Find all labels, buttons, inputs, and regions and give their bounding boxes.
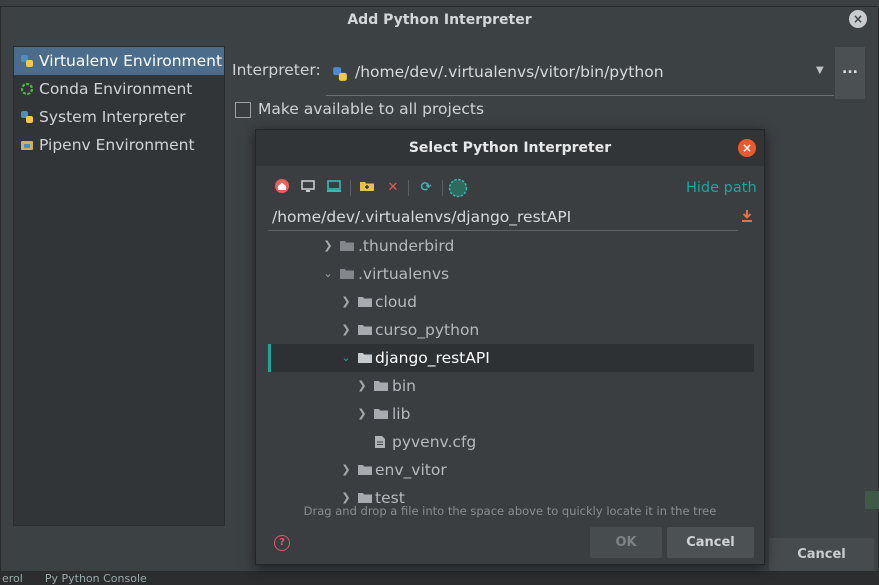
chevron-right-icon[interactable]: ❯ [340,288,352,316]
download-icon[interactable] [740,209,754,223]
tree-item-label: bin [392,377,416,395]
close-icon[interactable]: × [849,10,867,28]
file-tree[interactable]: ❯ .thunderbird ⌄ .virtualenvs ❯ cloud ❯ … [268,232,754,504]
interpreter-label: Interpreter: [232,61,321,79]
home-icon[interactable] [272,178,292,198]
tree-item-label: django_restAPI [375,349,490,367]
sidebar-item-pipenv[interactable]: Pipenv Environment [14,131,224,159]
folder-icon [374,409,388,419]
toolbar-divider [408,180,409,196]
background-status-bar: erol Py Python Console [0,572,879,585]
interpreter-path: /home/dev/.virtualenvs/vitor/bin/python [355,63,664,81]
chevron-right-icon[interactable]: ❯ [340,316,352,344]
chevron-right-icon[interactable]: ❯ [340,484,352,504]
chevron-down-icon[interactable]: ⌄ [322,260,334,288]
chevron-right-icon[interactable]: ❯ [340,456,352,484]
python-icon [333,67,347,81]
dialog-title: Add Python Interpreter [347,12,532,28]
folder-icon [374,381,388,391]
hide-path-link[interactable]: Hide path [686,180,757,196]
chevron-right-icon[interactable]: ❯ [322,232,334,260]
cancel-button[interactable]: Cancel [667,527,754,558]
tree-item-virtualenvs[interactable]: ⌄ .virtualenvs [268,260,754,288]
python-icon [21,55,33,67]
folder-icon [358,465,372,475]
make-available-label: Make available to all projects [258,100,485,118]
conda-icon [20,82,34,96]
chevron-down-icon[interactable]: ▼ [816,65,824,76]
tree-item-thunderbird[interactable]: ❯ .thunderbird [268,232,754,260]
project-icon[interactable] [324,178,344,198]
tree-item-bin[interactable]: ❯ bin [268,372,754,400]
sidebar-item-label: Virtualenv Environment [39,52,223,70]
sidebar-item-virtualenv[interactable]: Virtualenv Environment [14,47,224,75]
background-panel-edge [865,491,879,509]
python-console-tab[interactable]: Py Python Console [45,572,147,585]
tree-item-label: cloud [375,293,417,311]
sidebar-item-label: System Interpreter [39,108,186,126]
tree-item-label: curso_python [375,321,480,339]
show-hidden-icon[interactable] [448,178,468,198]
tree-item-curso-python[interactable]: ❯ curso_python [268,316,754,344]
pipenv-icon [21,141,33,150]
tree-item-label: lib [392,405,411,423]
file-icon [375,436,385,448]
tree-item-label: .virtualenvs [358,265,450,283]
select-python-interpreter-dialog: Select Python Interpreter × ✕ ⟳ Hide pat… [255,129,765,565]
browse-button[interactable]: ... [835,47,865,99]
close-icon[interactable]: × [738,139,756,157]
sidebar-item-label: Pipenv Environment [39,136,195,154]
tree-item-label: env_vitor [375,461,447,479]
desktop-icon[interactable] [298,178,318,198]
sidebar-item-system[interactable]: System Interpreter [14,103,224,131]
new-folder-icon[interactable] [357,178,377,198]
folder-icon [340,241,354,251]
drag-drop-hint: Drag and drop a file into the space abov… [303,504,717,518]
tree-item-env-vitor[interactable]: ❯ env_vitor [268,456,754,484]
python-icon [21,111,33,123]
folder-icon [340,269,354,279]
cancel-button[interactable]: Cancel [769,538,874,571]
ok-button[interactable]: OK [590,527,662,558]
interpreter-combobox[interactable]: /home/dev/.virtualenvs/vitor/bin/python … [326,54,834,96]
toolbar-divider [442,180,443,196]
chevron-right-icon[interactable]: ❯ [356,400,368,428]
refresh-icon[interactable]: ⟳ [416,178,436,198]
path-input[interactable]: /home/dev/.virtualenvs/django_restAPI [268,203,738,231]
modal-title: Select Python Interpreter [256,130,764,166]
tree-item-label: test [375,489,405,504]
make-available-checkbox[interactable] [235,102,251,118]
toolbar-divider [350,180,351,196]
chevron-right-icon[interactable]: ❯ [356,372,368,400]
delete-icon[interactable]: ✕ [383,178,403,198]
tree-item-pyvenv-cfg[interactable]: pyvenv.cfg [268,428,754,456]
folder-icon [358,325,372,335]
tree-item-label: pyvenv.cfg [392,433,477,451]
tree-item-label: .thunderbird [358,237,455,255]
tree-item-django-restapi[interactable]: ⌄ django_restAPI [268,344,754,372]
tree-item-lib[interactable]: ❯ lib [268,400,754,428]
chevron-down-icon[interactable]: ⌄ [340,344,352,372]
environment-type-list: Virtualenv Environment Conda Environment… [13,46,225,526]
help-icon[interactable]: ? [274,535,290,551]
background-label: erol [2,572,23,585]
tree-item-cloud[interactable]: ❯ cloud [268,288,754,316]
tree-item-test[interactable]: ❯ test [268,484,754,504]
sidebar-item-label: Conda Environment [39,80,193,98]
folder-icon [358,493,372,503]
sidebar-item-conda[interactable]: Conda Environment [14,75,224,103]
folder-icon [358,353,372,363]
folder-icon [358,297,372,307]
